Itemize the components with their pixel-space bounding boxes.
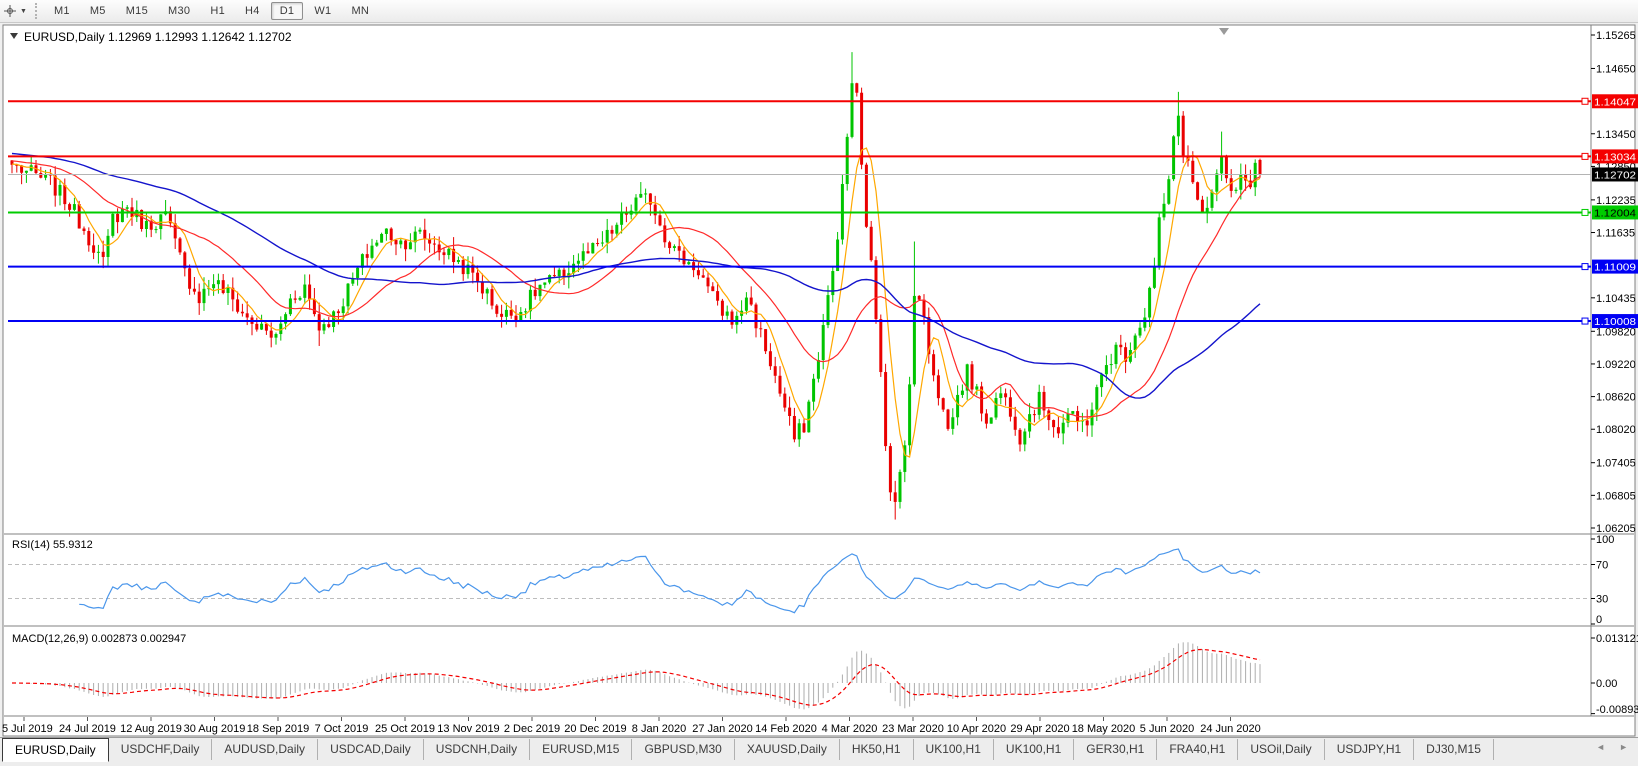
rsi-axis-label: 30 [1596,594,1608,606]
chart-tab-xauusd-daily[interactable]: XAUUSD,Daily [735,739,840,760]
timeframe-buttons: M1 M5 M15 M30 H1 H4 D1 W1 MN [44,2,379,20]
chart-tabs-bar: EURUSD,Daily USDCHF,Daily AUDUSD,Daily USDC… [0,737,1638,766]
timeframe-button-w1[interactable]: W1 [305,2,340,20]
chart-tab-usdchf-daily[interactable]: USDCHF,Daily [109,739,213,760]
timeframe-button-d1[interactable]: D1 [270,2,304,20]
time-axis-label: 20 Dec 2019 [564,723,626,735]
time-axis-label: 18 May 2020 [1072,723,1136,735]
bid-badge-label: 1.12702 [1594,169,1636,181]
price-axis-label: 1.15265 [1596,30,1636,42]
rsi-axis-label: 100 [1596,534,1614,546]
price-axis-label: 1.12235 [1596,195,1636,207]
price-axis-label: 1.08620 [1596,392,1636,404]
level-badge-label: 1.10008 [1594,316,1636,328]
time-axis-label: 30 Aug 2019 [184,723,246,735]
rsi-label: RSI(14) 55.9312 [12,539,93,551]
price-axis-label: 1.14650 [1596,63,1636,75]
timeframe-button-h4[interactable]: H4 [236,2,269,20]
chart-tab-hk50-h1[interactable]: HK50,H1 [840,739,914,760]
chart-tab-usdjpy-h1[interactable]: USDJPY,H1 [1325,739,1415,760]
time-axis-label: 4 Mar 2020 [822,723,878,735]
time-axis-label: 7 Oct 2019 [315,723,369,735]
chart-tab-gbpusd-m30[interactable]: GBPUSD,M30 [632,739,735,760]
line-handle[interactable] [1581,97,1589,105]
timeframe-toolbar: ▼ M1 M5 M15 M30 H1 H4 D1 W1 MN [0,0,1638,23]
rsi-axis-label: 70 [1596,560,1608,572]
time-axis-label: 29 Apr 2020 [1010,723,1069,735]
line-handle[interactable] [1581,263,1589,271]
line-handle[interactable] [1581,208,1589,216]
tool-dropdown-icon[interactable]: ▼ [20,8,31,15]
price-axis-label: 1.08020 [1596,424,1636,436]
time-axis-label: 18 Sep 2019 [247,723,309,735]
level-badge-label: 1.11009 [1594,262,1636,274]
tab-scroll-buttons: ◄ ► [1596,742,1628,752]
price-axis-label: 1.06805 [1596,490,1636,502]
level-badge-label: 1.12004 [1594,207,1636,219]
level-badge-label: 1.13034 [1594,151,1636,163]
chart-tab-uk100-h1[interactable]: UK100,H1 [994,739,1075,760]
time-axis-label: 24 Jun 2020 [1200,723,1261,735]
chart-tab-uk100-h1[interactable]: UK100,H1 [914,739,994,760]
time-axis-label: 13 Nov 2019 [437,723,499,735]
timeframe-button-m30[interactable]: M30 [159,2,199,20]
chart-tab-usdcad-daily[interactable]: USDCAD,Daily [318,739,424,760]
time-axis-label: 5 Jul 2019 [2,723,53,735]
chart-tab-usdcnh-daily[interactable]: USDCNH,Daily [424,739,531,760]
time-axis-label: 12 Aug 2019 [120,723,182,735]
time-axis-label: 23 Mar 2020 [882,723,944,735]
chart-canvas[interactable]: EURUSD,Daily 1.12969 1.12993 1.12642 1.1… [0,23,1638,737]
chart-tab-usoil-daily[interactable]: USOil,Daily [1238,739,1325,760]
toolbar-grip[interactable] [34,3,37,19]
chart-title: EURUSD,Daily 1.12969 1.12993 1.12642 1.1… [24,30,292,44]
price-axis-label: 1.11635 [1596,228,1635,240]
price-axis-label: 1.13450 [1596,129,1636,141]
chart-window-frame [2,24,1636,737]
price-axis-label: 1.09220 [1596,359,1636,371]
chart-tab-eurusd-daily[interactable]: EURUSD,Daily [2,738,109,762]
timeframe-button-mn[interactable]: MN [342,2,378,20]
chart-tab-audusd-daily[interactable]: AUDUSD,Daily [212,739,319,760]
time-axis-label: 5 Jun 2020 [1140,723,1194,735]
tabs-scroll-left-button[interactable]: ◄ [1596,742,1605,752]
time-axis-label: 10 Apr 2020 [947,723,1006,735]
macd-axis-label: 0.00 [1596,678,1617,690]
time-axis-label: 27 Jan 2020 [692,723,753,735]
tabs-scroll-right-button[interactable]: ► [1619,742,1628,752]
chart-tab-ger30-h1[interactable]: GER30,H1 [1074,739,1158,760]
time-axis-label: 2 Dec 2019 [504,723,560,735]
timeframe-button-m5[interactable]: M5 [81,2,115,20]
timeframe-button-h1[interactable]: H1 [201,2,234,20]
time-axis-label: 25 Oct 2019 [375,723,435,735]
chart-tab-fra40-h1[interactable]: FRA40,H1 [1157,739,1239,760]
timeframe-button-m15[interactable]: M15 [117,2,157,20]
line-handle[interactable] [1581,317,1589,325]
price-axis-label: 1.07405 [1596,458,1636,470]
chart-tab-eurusd-m15[interactable]: EURUSD,M15 [530,739,633,760]
trading-platform: ▼ M1 M5 M15 M30 H1 H4 D1 W1 MN EURUSD,Daily 1.12… [0,0,1638,766]
chart-tabs: EURUSD,Daily USDCHF,Daily AUDUSD,Daily USDC… [2,738,1494,762]
level-badge-label: 1.14047 [1594,96,1636,108]
time-axis-label: 8 Jan 2020 [632,723,686,735]
chart-area[interactable]: EURUSD,Daily 1.12969 1.12993 1.12642 1.1… [0,23,1638,737]
macd-axis-label: 0.013121 [1596,633,1638,645]
time-axis-label: 14 Feb 2020 [755,723,817,735]
timeframe-button-m1[interactable]: M1 [45,2,79,20]
price-axis-label: 1.09820 [1596,326,1636,338]
price-axis-label: 1.10435 [1596,293,1636,305]
macd-label: MACD(12,26,9) 0.002873 0.002947 [12,633,186,645]
macd-axis-label: -0.008933 [1596,704,1638,716]
line-handle[interactable] [1581,152,1589,160]
time-axis-label: 24 Jul 2019 [59,723,116,735]
rsi-axis-label: 0 [1596,614,1602,626]
chart-tab-dj30-m15[interactable]: DJ30,M15 [1414,739,1494,760]
crosshair-tool-icon[interactable] [0,2,20,20]
